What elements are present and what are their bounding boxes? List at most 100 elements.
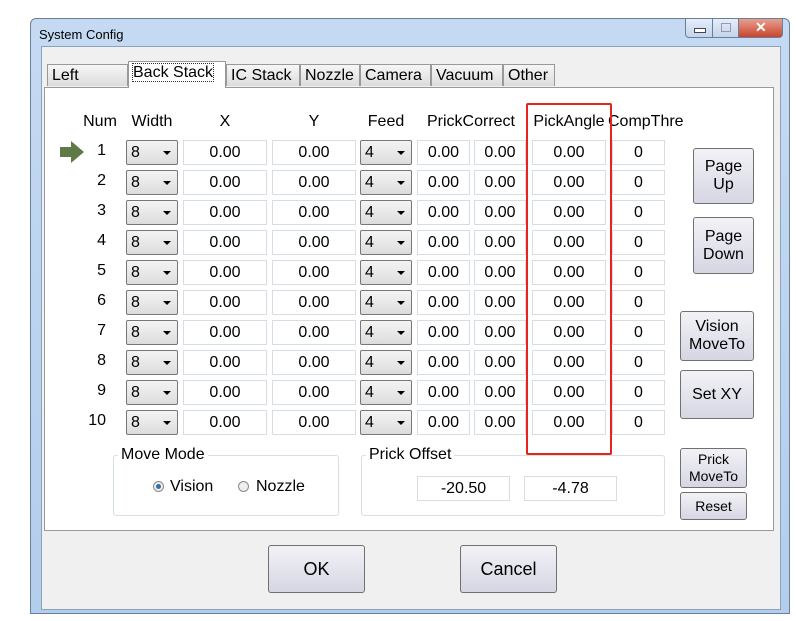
x-input[interactable]: 0.00 [183, 380, 267, 405]
tab-camera[interactable]: Camera [360, 64, 431, 86]
prick-correct-x-input[interactable]: 0.00 [417, 260, 470, 285]
feed-combo[interactable]: 4 [360, 200, 412, 225]
prick-offset-y-input[interactable]: -4.78 [524, 476, 617, 501]
width-combo[interactable]: 8 [126, 380, 178, 405]
width-combo[interactable]: 8 [126, 290, 178, 315]
tab-ic-stack[interactable]: IC Stack [226, 64, 300, 86]
y-input[interactable]: 0.00 [272, 320, 356, 345]
prick-correct-x-input[interactable]: 0.00 [417, 230, 470, 255]
y-input[interactable]: 0.00 [272, 200, 356, 225]
comp-thre-input[interactable]: 0 [612, 380, 665, 405]
width-combo[interactable]: 8 [126, 410, 178, 435]
prick-offset-group [361, 455, 665, 516]
x-input[interactable]: 0.00 [183, 320, 267, 345]
tab-vacuum[interactable]: Vacuum [431, 64, 503, 86]
comp-thre-input[interactable]: 0 [612, 350, 665, 375]
comp-thre-input[interactable]: 0 [612, 200, 665, 225]
comp-thre-input[interactable]: 0 [612, 170, 665, 195]
prick-correct-y-input[interactable]: 0.00 [474, 200, 526, 225]
y-input[interactable]: 0.00 [272, 230, 356, 255]
width-combo[interactable]: 8 [126, 200, 178, 225]
prick-correct-x-input[interactable]: 0.00 [417, 200, 470, 225]
feed-combo[interactable]: 4 [360, 290, 412, 315]
width-combo[interactable]: 8 [126, 170, 178, 195]
y-input[interactable]: 0.00 [272, 380, 356, 405]
ok-button[interactable]: OK [268, 545, 365, 593]
feed-combo[interactable]: 4 [360, 140, 412, 165]
y-input[interactable]: 0.00 [272, 140, 356, 165]
width-combo[interactable]: 8 [126, 230, 178, 255]
comp-thre-input[interactable]: 0 [612, 410, 665, 435]
comp-thre-input[interactable]: 0 [612, 140, 665, 165]
prick-correct-y-input[interactable]: 0.00 [474, 170, 526, 195]
x-input[interactable]: 0.00 [183, 260, 267, 285]
y-input[interactable]: 0.00 [272, 290, 356, 315]
nozzle-radio-label[interactable]: Nozzle [256, 478, 305, 496]
tab-back-stack[interactable]: Back Stack [128, 61, 226, 88]
comp-thre-input[interactable]: 0 [612, 320, 665, 345]
x-input[interactable]: 0.00 [183, 230, 267, 255]
prick-correct-x-input[interactable]: 0.00 [417, 350, 470, 375]
width-combo[interactable]: 8 [126, 260, 178, 285]
prick-correct-x-input[interactable]: 0.00 [417, 140, 470, 165]
window-title: System Config [39, 27, 124, 42]
comp-thre-input[interactable]: 0 [612, 230, 665, 255]
nozzle-radio[interactable] [238, 481, 249, 492]
comp-thre-input[interactable]: 0 [612, 260, 665, 285]
prick-correct-y-input[interactable]: 0.00 [474, 260, 526, 285]
page-down-button[interactable]: Page Down [693, 217, 754, 274]
page-up-button[interactable]: Page Up [693, 148, 754, 204]
feed-combo[interactable]: 4 [360, 260, 412, 285]
feed-combo[interactable]: 4 [360, 380, 412, 405]
reset-button[interactable]: Reset [680, 492, 747, 520]
y-input[interactable]: 0.00 [272, 260, 356, 285]
tab-left-stack[interactable]: Left Stack [47, 64, 128, 106]
prick-correct-y-input[interactable]: 0.00 [474, 140, 526, 165]
cancel-button[interactable]: Cancel [460, 545, 557, 593]
y-input[interactable]: 0.00 [272, 170, 356, 195]
width-combo[interactable]: 8 [126, 350, 178, 375]
prick-correct-x-input[interactable]: 0.00 [417, 410, 470, 435]
feed-combo[interactable]: 4 [360, 320, 412, 345]
prick-correct-y-input[interactable]: 0.00 [474, 410, 526, 435]
prick-correct-x-input[interactable]: 0.00 [417, 380, 470, 405]
vision-radio-label[interactable]: Vision [170, 478, 213, 496]
set-xy-button[interactable]: Set XY [680, 370, 754, 419]
prick-offset-x-input[interactable]: -20.50 [417, 476, 510, 501]
x-input[interactable]: 0.00 [183, 140, 267, 165]
move-mode-group [113, 455, 339, 516]
prick-correct-y-input[interactable]: 0.00 [474, 350, 526, 375]
feed-combo[interactable]: 4 [360, 350, 412, 375]
width-combo[interactable]: 8 [126, 320, 178, 345]
minimize-button[interactable] [685, 19, 713, 38]
vision-radio[interactable] [153, 481, 164, 492]
vision-moveto-button[interactable]: Vision MoveTo [680, 311, 754, 361]
prick-correct-y-input[interactable]: 0.00 [474, 320, 526, 345]
close-icon: ✕ [755, 19, 767, 35]
move-mode-label: Move Mode [118, 446, 208, 464]
prick-moveto-button[interactable]: Prick MoveTo [680, 448, 747, 488]
feed-combo[interactable]: 4 [360, 410, 412, 435]
prick-correct-y-input[interactable]: 0.00 [474, 290, 526, 315]
close-button[interactable]: ✕ [738, 19, 783, 38]
feed-combo[interactable]: 4 [360, 170, 412, 195]
y-input[interactable]: 0.00 [272, 350, 356, 375]
x-input[interactable]: 0.00 [183, 350, 267, 375]
width-combo[interactable]: 8 [126, 140, 178, 165]
prick-correct-y-input[interactable]: 0.00 [474, 380, 526, 405]
comp-thre-input[interactable]: 0 [612, 290, 665, 315]
prick-correct-y-input[interactable]: 0.00 [474, 230, 526, 255]
prick-correct-x-input[interactable]: 0.00 [417, 170, 470, 195]
x-input[interactable]: 0.00 [183, 290, 267, 315]
y-input[interactable]: 0.00 [272, 410, 356, 435]
feed-combo[interactable]: 4 [360, 230, 412, 255]
x-input[interactable]: 0.00 [183, 410, 267, 435]
tab-nozzle[interactable]: Nozzle [300, 64, 360, 86]
prick-correct-x-input[interactable]: 0.00 [417, 290, 470, 315]
tab-other[interactable]: Other [503, 64, 555, 86]
prick-correct-x-input[interactable]: 0.00 [417, 320, 470, 345]
x-input[interactable]: 0.00 [183, 200, 267, 225]
x-input[interactable]: 0.00 [183, 170, 267, 195]
header-y: Y [308, 113, 320, 130]
maximize-button[interactable] [712, 19, 739, 38]
